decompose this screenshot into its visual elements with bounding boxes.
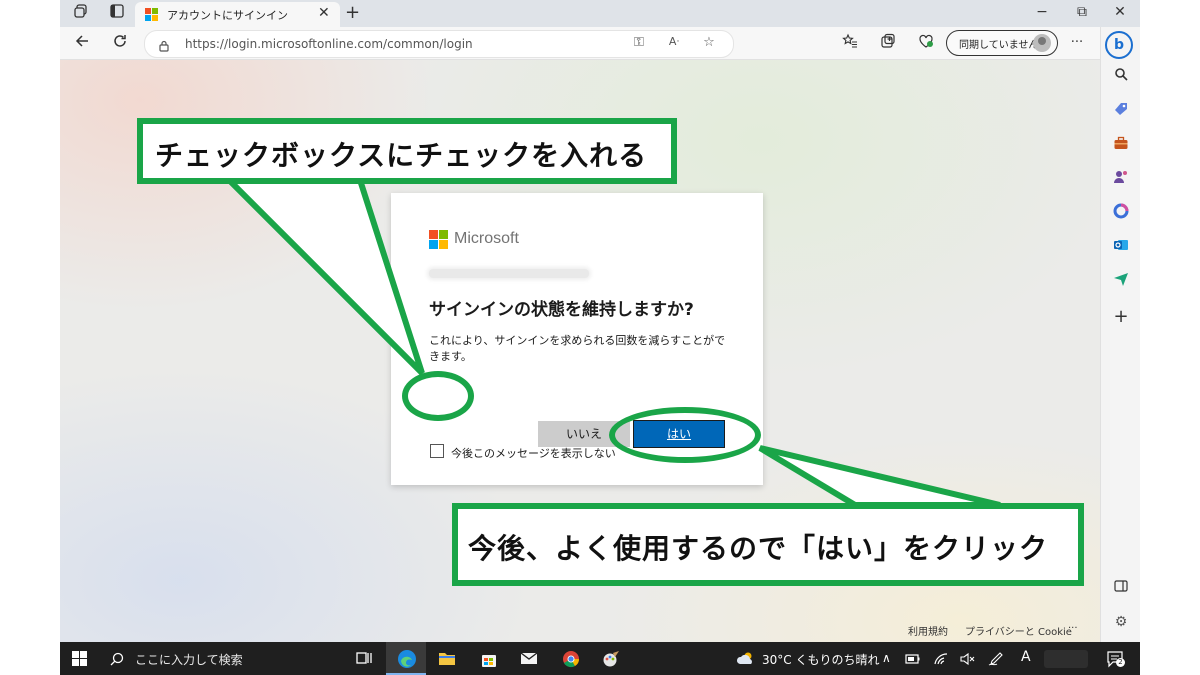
top-callout: チェックボックスにチェックを入れる bbox=[137, 118, 677, 184]
checkbox-highlight-ring bbox=[402, 371, 474, 421]
dont-show-again-checkbox[interactable] bbox=[430, 444, 444, 458]
yes-button-highlight-ring bbox=[609, 407, 761, 463]
dont-show-again-label[interactable]: 今後このメッセージを表示しない bbox=[451, 445, 616, 461]
bottom-callout-pointer bbox=[758, 445, 1001, 508]
bottom-callout: 今後、よく使用するので「はい」をクリック bbox=[452, 503, 1084, 586]
